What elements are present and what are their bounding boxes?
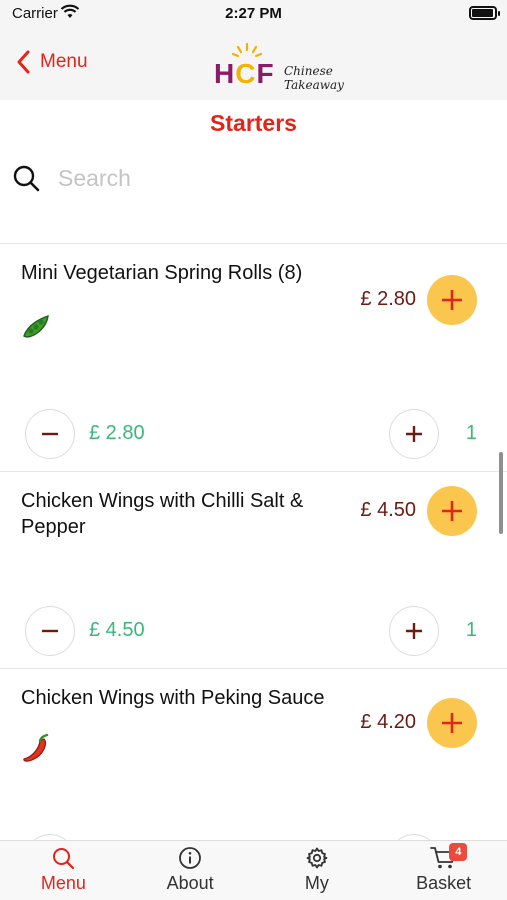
clock: 2:27 PM: [225, 5, 282, 22]
search-input[interactable]: [58, 164, 458, 192]
minus-icon: [42, 432, 58, 436]
tab-about[interactable]: About: [127, 841, 254, 900]
tab-my[interactable]: My: [254, 841, 381, 900]
quantity-row: £ 4.50 1: [25, 606, 477, 656]
list-item: Chicken Wings with Peking Sauce £ 4.20: [0, 669, 507, 840]
increase-quantity-button[interactable]: [389, 606, 439, 656]
add-to-basket-button[interactable]: [427, 698, 477, 748]
spicy-chilli-icon: [23, 733, 49, 762]
status-bar: Carrier 2:27 PM: [0, 0, 507, 28]
item-name: Mini Vegetarian Spring Rolls (8): [21, 262, 303, 284]
plus-icon: [442, 713, 462, 733]
item-name: Chicken Wings with Chilli Salt & Pepper: [21, 490, 304, 538]
item-total: £ 2.80: [89, 422, 145, 444]
search-icon: [13, 165, 40, 192]
decrease-quantity-button[interactable]: [25, 606, 75, 656]
quantity-row: £ 2.80 1: [25, 409, 477, 459]
tab-label: My: [304, 873, 329, 893]
item-total: £ 4.50: [89, 619, 145, 641]
logo-subtitle: Chinese Takeaway: [284, 64, 344, 92]
item-name: Chicken Wings with Peking Sauce: [21, 687, 325, 709]
tab-label: About: [166, 873, 214, 893]
item-count: 1: [465, 619, 477, 641]
back-label: Menu: [40, 51, 88, 72]
logo-letters: HCF: [214, 58, 275, 89]
page-title: Starters: [210, 110, 297, 136]
logo: HCF Chinese Takeaway: [212, 40, 392, 92]
plus-icon: [406, 426, 422, 442]
tab-menu[interactable]: Menu: [0, 841, 127, 900]
chevron-left-icon: [17, 50, 30, 74]
tab-bar: Menu About My 4 Basket: [0, 840, 507, 900]
decrease-quantity-button[interactable]: [25, 409, 75, 459]
item-price: £ 2.80: [360, 288, 416, 310]
item-price: £ 4.50: [360, 499, 416, 521]
search-icon: [53, 848, 75, 870]
navigation-bar: Menu HCF Chinese Takeaway: [0, 28, 507, 100]
info-icon: [179, 847, 202, 869]
minus-icon: [42, 629, 58, 633]
item-count: 1: [465, 422, 477, 444]
vegetarian-pea-pod-icon: [23, 314, 49, 338]
tab-label: Menu: [40, 873, 86, 893]
add-to-basket-button[interactable]: [427, 275, 477, 325]
plus-icon: [442, 501, 462, 521]
back-button[interactable]: Menu: [16, 50, 88, 74]
list-item: Chicken Wings with Chilli Salt & Pepper …: [0, 472, 507, 669]
tab-label: Basket: [416, 873, 472, 893]
plus-icon: [406, 623, 422, 639]
increase-quantity-button[interactable]: [389, 409, 439, 459]
scrollbar[interactable]: [499, 452, 503, 534]
gear-icon: [306, 847, 328, 869]
tab-basket[interactable]: 4 Basket: [380, 841, 507, 900]
list-item: Mini Vegetarian Spring Rolls (8) £ 2.80 …: [0, 244, 507, 472]
search-bar: [12, 160, 495, 196]
add-to-basket-button[interactable]: [427, 486, 477, 536]
menu-item-list: Mini Vegetarian Spring Rolls (8) £ 2.80 …: [0, 243, 507, 840]
item-price: £ 4.20: [360, 711, 416, 733]
battery-icon: [469, 6, 500, 20]
basket-count-badge: 4: [449, 843, 468, 861]
plus-icon: [442, 290, 462, 310]
